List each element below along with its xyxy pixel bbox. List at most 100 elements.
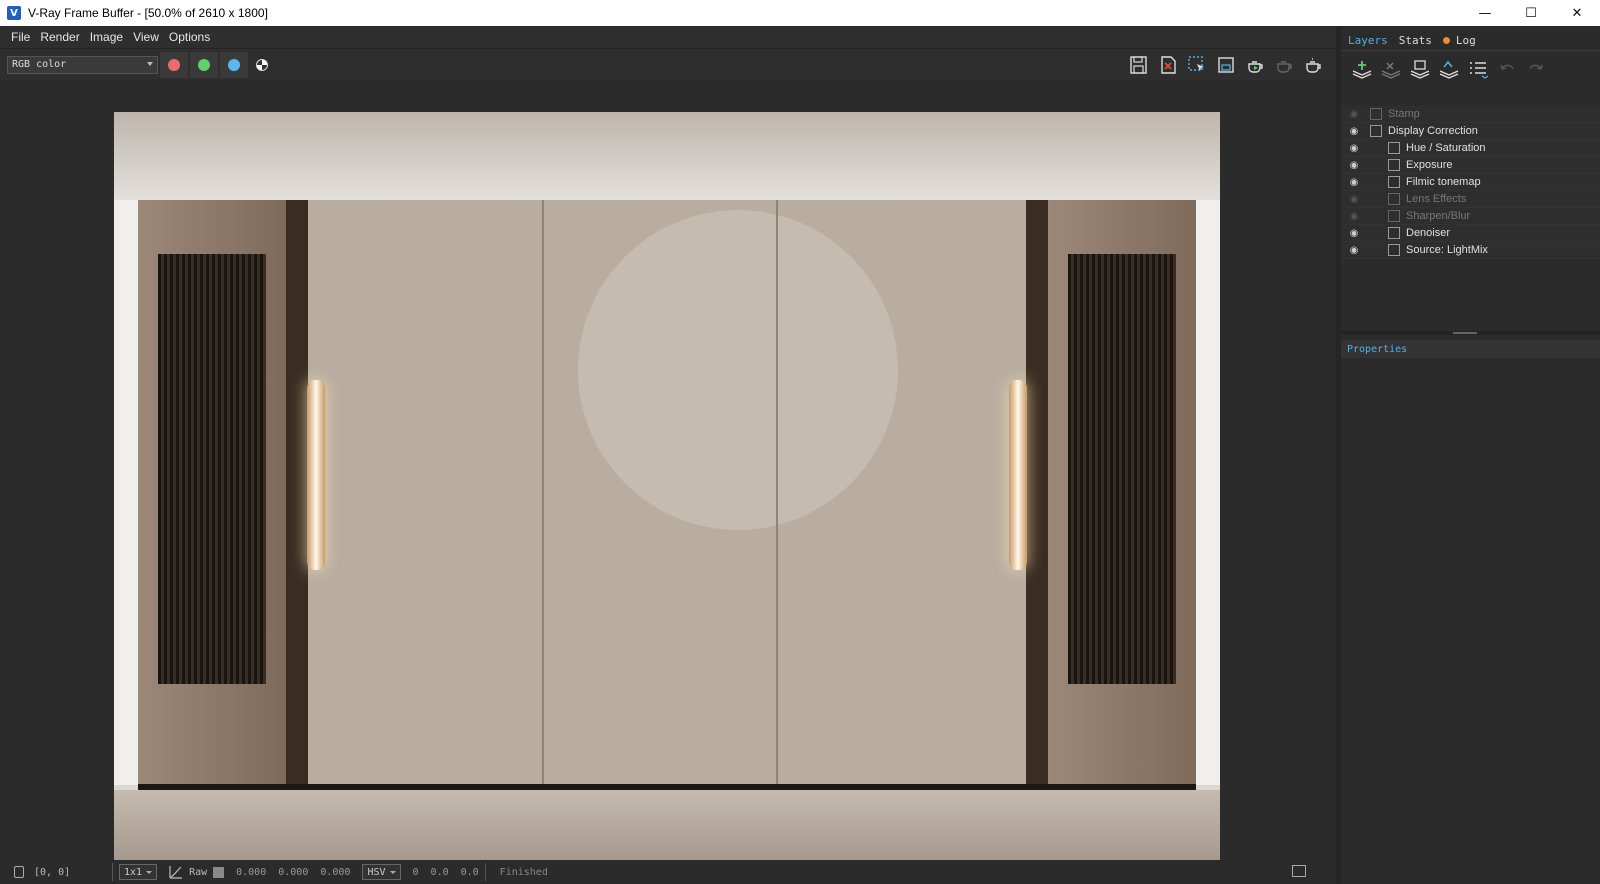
layer-type-icon	[1388, 244, 1400, 256]
hsv-h: 0	[412, 866, 419, 878]
zoom-select[interactable]: 1x1	[119, 864, 158, 880]
raw-label: Raw	[189, 866, 208, 878]
eye-icon[interactable]: ◉	[1346, 160, 1362, 171]
render-viewport[interactable]	[0, 80, 1336, 874]
panel-toggle-icon[interactable]	[1292, 865, 1306, 877]
eye-disabled-icon[interactable]: ◉	[1346, 109, 1362, 120]
layer-name: Hue / Saturation	[1406, 142, 1486, 154]
layer-type-icon	[1388, 210, 1400, 222]
clear-image-icon	[1161, 56, 1176, 74]
delete-layer-icon	[1381, 62, 1401, 79]
layer-row[interactable]: ◉ Exposure	[1341, 157, 1600, 174]
eye-icon[interactable]: ◉	[1346, 143, 1362, 154]
render-cabinet-left	[138, 200, 286, 790]
save-layers-button[interactable]	[1407, 57, 1433, 81]
redo-button[interactable]	[1523, 57, 1549, 81]
blue-channel-button[interactable]	[220, 51, 248, 78]
save-image-button[interactable]	[1126, 52, 1152, 78]
layer-type-icon	[1370, 125, 1382, 137]
delete-layer-button[interactable]	[1378, 57, 1404, 81]
save-layers-icon	[1410, 60, 1430, 79]
tab-stats[interactable]: Stats	[1395, 32, 1436, 49]
hsv-s: 0.0	[430, 866, 449, 878]
frame-buffer-pane: File Render Image View Options RGB color	[0, 26, 1336, 884]
create-layer-icon	[1352, 61, 1372, 79]
render-strip-right	[1026, 200, 1048, 790]
layer-name: Sharpen/Blur	[1406, 210, 1471, 222]
menu-view[interactable]: View	[133, 30, 159, 44]
stop-render-button[interactable]	[1271, 52, 1297, 78]
render-wall-lamp-right	[1009, 380, 1027, 570]
load-layers-button[interactable]	[1436, 57, 1462, 81]
render-panel-seam	[776, 200, 778, 790]
render-wall-lamp-left	[307, 380, 325, 570]
rendered-image	[114, 112, 1220, 874]
toolbar: RGB color	[0, 48, 1336, 80]
maximize-button[interactable]: ☐	[1508, 0, 1554, 26]
render-channel-select[interactable]: RGB color	[7, 55, 158, 74]
render-ceiling	[114, 112, 1220, 200]
render-panel-seam	[542, 200, 544, 790]
redo-icon	[1529, 64, 1543, 70]
layer-row[interactable]: ◉ Filmic tonemap	[1341, 174, 1600, 191]
tab-layers[interactable]: Layers	[1344, 32, 1392, 49]
properties-splitter[interactable]	[1341, 331, 1600, 335]
render-feature-wall	[138, 200, 1196, 790]
tab-log-label: Log	[1455, 33, 1476, 47]
eye-disabled-icon[interactable]: ◉	[1346, 211, 1362, 222]
layer-type-icon	[1370, 108, 1382, 120]
panel-tabs: Layers Stats Log	[1341, 30, 1480, 50]
render-status-message: Finished	[499, 866, 548, 878]
eye-icon[interactable]: ◉	[1346, 228, 1362, 239]
render-fabric-panels	[308, 200, 1026, 790]
minimize-button[interactable]: —	[1462, 0, 1508, 26]
monochrome-button[interactable]	[248, 52, 276, 78]
toolbar-right-icons	[1123, 49, 1336, 81]
layer-type-icon	[1388, 227, 1400, 239]
eye-icon[interactable]: ◉	[1346, 126, 1362, 137]
render-strip-left	[286, 200, 308, 790]
eye-icon[interactable]: ◉	[1346, 177, 1362, 188]
close-button[interactable]: ✕	[1554, 0, 1600, 26]
track-mouse-icon	[1218, 57, 1234, 73]
interactive-render-button[interactable]	[1300, 52, 1326, 78]
render-cabinet-right	[1048, 200, 1196, 790]
green-channel-button[interactable]	[190, 51, 218, 78]
properties-header: Properties	[1341, 340, 1600, 358]
layer-name: Source: LightMix	[1406, 244, 1488, 256]
green-dot-icon	[198, 58, 210, 71]
status-divider	[484, 863, 486, 881]
layer-row[interactable]: ◉ Denoiser	[1341, 225, 1600, 242]
layer-row[interactable]: ◉ Display Correction	[1341, 123, 1600, 140]
load-layers-icon	[1439, 60, 1459, 79]
render-button[interactable]	[1242, 52, 1268, 78]
menu-render[interactable]: Render	[40, 30, 79, 44]
lock-icon[interactable]	[14, 866, 24, 878]
layer-row[interactable]: ◉ Lens Effects	[1341, 191, 1600, 208]
layer-row[interactable]: ◉ Source: LightMix	[1341, 242, 1600, 259]
red-channel-button[interactable]	[160, 51, 188, 78]
undo-button[interactable]	[1494, 57, 1520, 81]
layer-toolbar	[1349, 54, 1552, 84]
create-layer-button[interactable]	[1349, 57, 1375, 81]
title-bar: V V-Ray Frame Buffer - [50.0% of 2610 x …	[0, 0, 1600, 26]
layer-row[interactable]: ◉ Sharpen/Blur	[1341, 208, 1600, 225]
menu-options[interactable]: Options	[169, 30, 210, 44]
tab-log[interactable]: Log	[1439, 32, 1480, 49]
clear-image-button[interactable]	[1155, 52, 1181, 78]
region-render-button[interactable]	[1184, 52, 1210, 78]
hsv-v: 0.0	[460, 866, 479, 878]
layer-row[interactable]: ◉ Hue / Saturation	[1341, 140, 1600, 157]
menu-image[interactable]: Image	[90, 30, 123, 44]
eye-disabled-icon[interactable]: ◉	[1346, 194, 1362, 205]
curve-icon[interactable]	[169, 865, 183, 879]
layer-row[interactable]: ◉ Stamp	[1341, 106, 1600, 123]
eye-icon[interactable]: ◉	[1346, 245, 1362, 256]
menu-file[interactable]: File	[11, 30, 30, 44]
pixel-value-g: 0.000	[278, 866, 309, 878]
track-mouse-button[interactable]	[1213, 52, 1239, 78]
layer-presets-button[interactable]	[1465, 57, 1491, 81]
window-controls: — ☐ ✕	[1462, 0, 1600, 26]
monochrome-icon	[256, 58, 268, 71]
color-mode-select[interactable]: HSV	[362, 864, 401, 880]
